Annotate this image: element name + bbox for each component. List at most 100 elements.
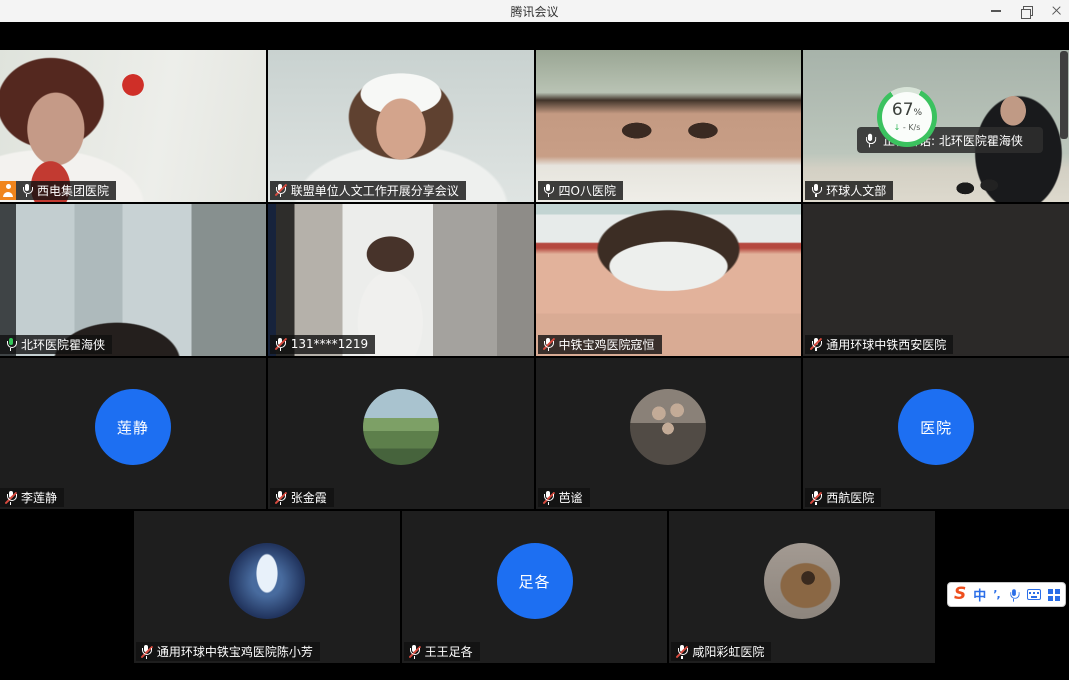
restore-button[interactable] [1019,4,1033,18]
participant-tile-active-speaker[interactable]: 北环医院瞿海侠 [0,204,266,356]
participant-tile[interactable]: 足各 王王足各 [402,511,668,663]
nameplate: 通用环球中铁宝鸡医院陈小芳 [136,642,320,661]
participant-name: 联盟单位人文工作开展分享会议 [291,182,459,199]
mic-muted-icon [542,337,555,351]
mic-muted-icon [274,337,287,351]
nameplate: 131****1219 [270,335,375,354]
grid-row-4: 通用环球中铁宝鸡医院陈小芳 足各 王王足各 [0,511,1069,663]
participant-tile[interactable]: 131****1219 [268,204,534,356]
network-quality-badge: 67% ↓ - K/s [877,87,937,147]
scrollbar-thumb[interactable] [1060,51,1068,139]
ime-language-toggle[interactable]: 中 [973,585,986,604]
avatar-initials: 莲静 [95,389,171,465]
participant-tile[interactable]: 医院 西航医院 [803,358,1069,510]
grid-row-3: 莲静 李莲静 张金霞 [0,358,1069,510]
participant-tile[interactable]: 莲静 李莲静 [0,358,266,510]
video-feed [803,50,1069,202]
mic-muted-icon [542,491,555,505]
mic-speaking-icon [4,337,17,351]
participant-tile[interactable]: 咸阳彩虹医院 [669,511,935,663]
participant-name: 131****1219 [291,337,368,351]
mic-on-icon [542,183,555,197]
participant-tile[interactable]: 通用环球中铁宝鸡医院陈小芳 [134,511,400,663]
nameplate: 西航医院 [805,488,881,507]
avatar-photo [363,389,439,465]
nameplate: 西电集团医院 [0,181,116,200]
avatar-wrap: 足各 [402,511,668,663]
avatar-wrap [536,358,802,510]
video-feed [268,204,534,356]
network-speed: ↓ - K/s [894,123,921,132]
participant-name: 北环医院瞿海侠 [21,336,105,353]
minimize-button[interactable] [989,4,1003,18]
ime-punctuation-toggle[interactable]: ’, [993,588,999,601]
participant-name: 李莲静 [21,489,57,506]
title-bar: 腾讯会议 [0,0,1069,22]
ime-voice-input-icon[interactable] [1007,588,1019,601]
video-feed [0,50,266,202]
participant-tile[interactable]: 四O八医院 [536,50,802,202]
participant-name: 环球人文部 [826,182,886,199]
ime-toolbar: S 中 ’, [947,582,1066,607]
participant-tile[interactable]: 芭谧 [536,358,802,510]
nameplate: 李莲静 [0,488,64,507]
mic-muted-icon [4,491,17,505]
grid-row-2: 北环医院瞿海侠 131****1219 中铁宝鸡 [0,204,1069,356]
network-percent: 67% [892,102,922,122]
ime-toolbox-icon[interactable] [1048,589,1059,601]
avatar-photo [229,543,305,619]
nameplate: 张金霞 [270,488,334,507]
ime-keyboard-icon[interactable] [1027,589,1041,600]
nameplate: 王王足各 [404,642,480,661]
avatar-wrap [268,358,534,510]
network-quality-inner: 67% ↓ - K/s [882,92,932,142]
close-button[interactable] [1049,4,1063,18]
participant-name: 王王足各 [425,643,473,660]
mic-muted-icon [408,645,421,659]
participant-name: 通用环球中铁西安医院 [826,336,946,353]
avatar-wrap: 莲静 [0,358,266,510]
participant-tile[interactable]: 中铁宝鸡医院寇恒 [536,204,802,356]
meeting-window: 腾讯会议 西电集团医院 [0,0,1069,680]
avatar-text: 医院 [920,417,952,438]
participant-tile[interactable]: 西电集团医院 [0,50,266,202]
avatar-text: 足各 [518,571,550,592]
mic-on-icon [20,183,33,197]
mic-muted-icon [274,183,287,197]
mic-on-icon [809,183,822,197]
participant-tile[interactable]: 联盟单位人文工作开展分享会议 [268,50,534,202]
mic-muted-icon [675,645,688,659]
participant-name: 张金霞 [291,489,327,506]
host-badge-icon [0,181,16,200]
participant-name: 西航医院 [826,489,874,506]
mic-muted-icon [274,491,287,505]
mic-muted-icon [809,337,822,351]
mic-icon [863,133,877,148]
nameplate: 环球人文部 [805,181,893,200]
participant-tile[interactable]: 张金霞 [268,358,534,510]
participant-name: 西电集团医院 [37,182,109,199]
nameplate: 芭谧 [538,488,590,507]
participant-name: 芭谧 [559,489,583,506]
mic-muted-icon [140,645,153,659]
avatar-wrap [669,511,935,663]
avatar-wrap: 医院 [803,358,1069,510]
window-controls [989,0,1063,22]
mic-muted-icon [809,491,822,505]
video-feed [536,50,802,202]
nameplate: 通用环球中铁西安医院 [805,335,953,354]
participant-tile[interactable]: 通用环球中铁西安医院 [803,204,1069,356]
avatar-initials: 足各 [497,543,573,619]
window-title: 腾讯会议 [510,3,558,20]
avatar-wrap [134,511,400,663]
participant-name: 中铁宝鸡医院寇恒 [559,336,655,353]
nameplate: 联盟单位人文工作开展分享会议 [270,181,466,200]
nameplate: 四O八医院 [538,181,623,200]
nameplate: 北环医院瞿海侠 [0,335,112,354]
nameplate: 咸阳彩虹医院 [671,642,771,661]
sogou-logo-icon[interactable]: S [954,586,966,603]
video-feed [268,50,534,202]
participant-name: 咸阳彩虹医院 [692,643,764,660]
video-feed [803,204,1069,356]
participant-tile[interactable]: 环球人文部 [803,50,1069,202]
